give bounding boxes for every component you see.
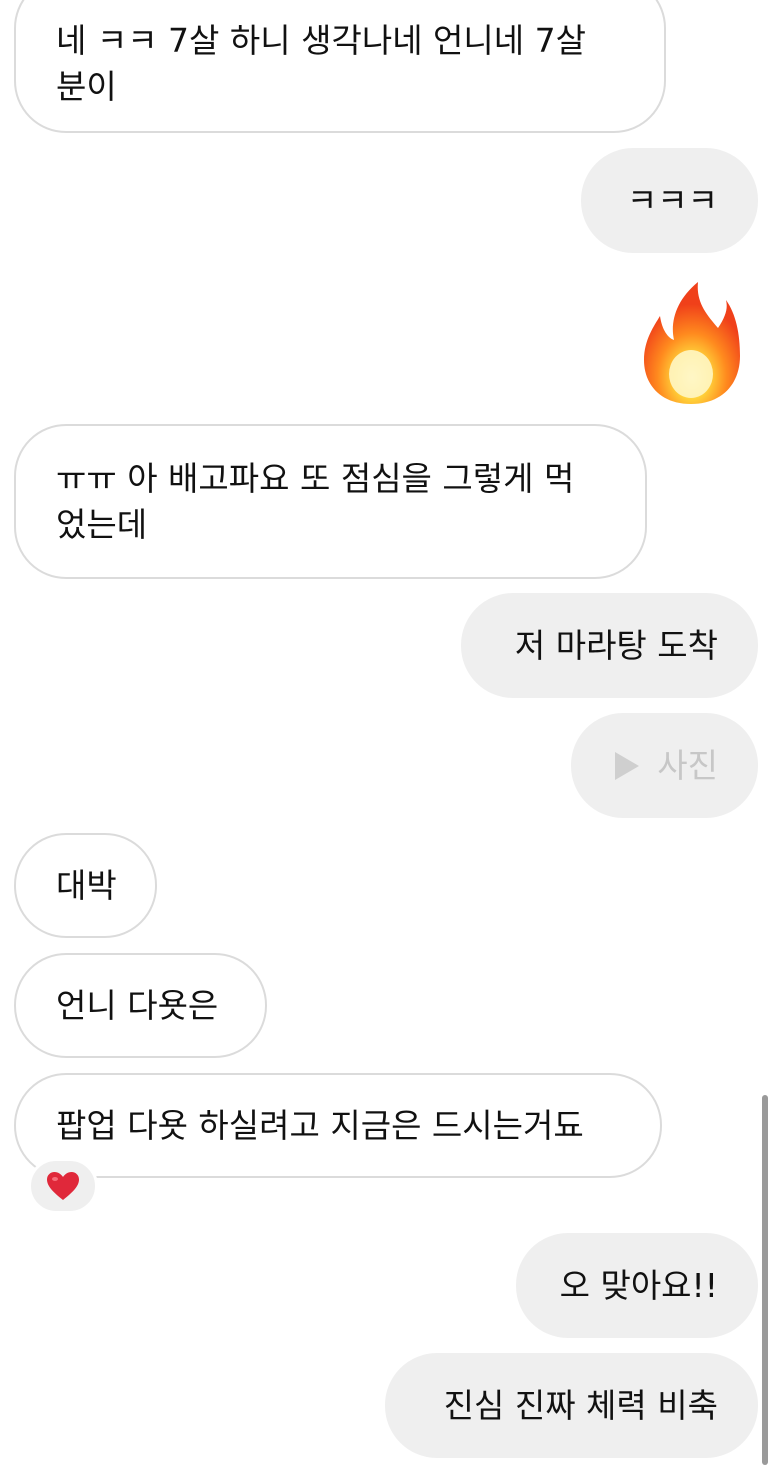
message-text: 진심 진짜 체력 비축 [443,1385,718,1425]
message-text: 언니 다욧은 [56,985,219,1025]
message-text: ㅠㅠ 아 배고파요 또 점심을 그렇게 먹 었는데 [56,458,575,544]
message-text: ㅋㅋㅋ [626,180,718,220]
play-icon [615,751,640,780]
fire-emoji-graphic [644,282,740,404]
message-text: 저 마라탕 도착 [514,625,718,665]
message-bubble-incoming[interactable]: ㅠㅠ 아 배고파요 또 점심을 그렇게 먹 었는데 [14,424,647,579]
message-bubble-outgoing[interactable]: ㅋㅋㅋ [581,148,758,253]
message-text: 팝업 다욧 하실려고 지금은 드시는거됴 [56,1105,584,1145]
message-text: 대박 [56,865,117,905]
message-bubble-incoming[interactable]: 언니 다욧은 [14,953,267,1058]
message-bubble-outgoing[interactable]: 오 맞아요!! [516,1233,758,1338]
message-bubble-incoming[interactable]: 팝업 다욧 하실려고 지금은 드시는거됴 [14,1073,662,1178]
scrollbar[interactable] [762,1095,768,1465]
heart-icon [47,1172,79,1200]
message-bubble-outgoing[interactable]: 진심 진짜 체력 비축 [385,1353,758,1458]
message-bubble-outgoing[interactable]: 저 마라탕 도착 [461,593,758,698]
message-reaction[interactable] [28,1158,98,1214]
fire-icon[interactable] [640,278,742,406]
message-text: 오 맞아요!! [559,1265,718,1305]
message-bubble-incoming[interactable]: 대박 [14,833,157,938]
message-bubble-incoming[interactable]: 네 ㅋㅋ 7살 하니 생각나네 언니네 7살 분이 [14,0,666,133]
message-text: 네 ㅋㅋ 7살 하니 생각나네 언니네 7살 분이 [56,20,586,106]
photo-message-bubble[interactable]: 사진 [571,713,758,818]
photo-label: 사진 [657,745,718,785]
